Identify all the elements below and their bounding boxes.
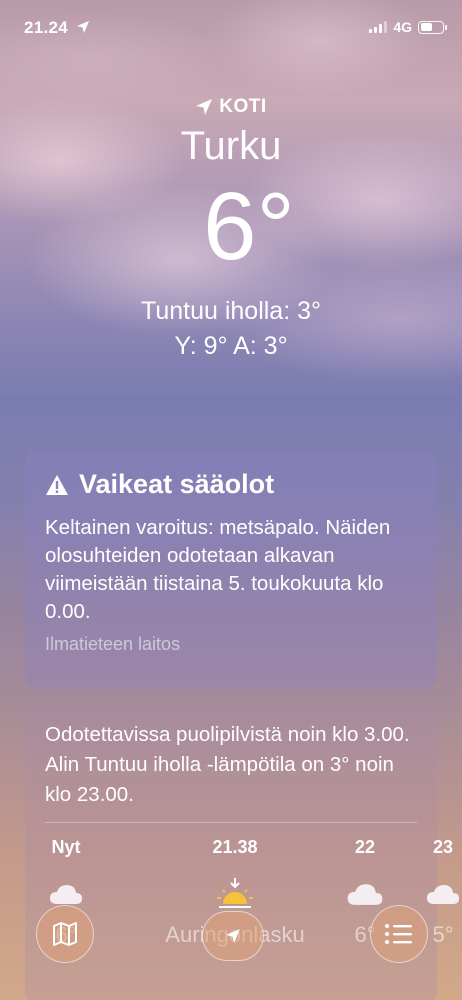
current-temperature: 6° bbox=[203, 173, 295, 280]
map-button[interactable] bbox=[36, 905, 94, 963]
location-button[interactable] bbox=[202, 911, 264, 961]
warning-icon bbox=[46, 474, 68, 495]
hour-label: 22 bbox=[354, 837, 376, 857]
city-name: Turku bbox=[180, 124, 282, 168]
list-icon bbox=[385, 924, 412, 944]
network-label: 4G bbox=[393, 19, 412, 35]
status-time: 21.24 bbox=[24, 18, 69, 37]
home-label: KOTI bbox=[219, 96, 267, 117]
battery-icon bbox=[418, 20, 447, 34]
city-list-button[interactable] bbox=[370, 905, 428, 963]
forecast-summary: Odotettavissa puolipilvistä noin klo 3.0… bbox=[45, 723, 410, 806]
bottom-toolbar bbox=[0, 905, 462, 965]
map-icon bbox=[53, 922, 77, 946]
alert-title: Vaikeat sääolot bbox=[79, 469, 275, 499]
location-arrow-icon bbox=[196, 99, 213, 115]
signal-icon bbox=[369, 21, 388, 33]
hour-label: 21.38 bbox=[212, 837, 258, 857]
status-indicators: 4G bbox=[369, 19, 447, 35]
alert-title-row: Vaikeat sääolot bbox=[45, 469, 417, 500]
high-low: Y: 9° A: 3° bbox=[174, 332, 288, 360]
home-location-label: KOTI bbox=[0, 96, 462, 118]
location-arrow-icon bbox=[226, 929, 240, 943]
alert-text: Keltainen varoitus: metsäpalo. Näiden ol… bbox=[45, 516, 391, 623]
weather-header: KOTI Turku 6° Tuntuu iholla: 3° Y: 9° A:… bbox=[0, 96, 462, 361]
location-arrow-icon bbox=[77, 21, 89, 33]
alert-source: Ilmatieteen laitos bbox=[45, 634, 181, 654]
status-bar: 21.24 4G bbox=[0, 16, 462, 40]
severe-weather-card[interactable]: Vaikeat sääolot Keltainen varoitus: mets… bbox=[25, 449, 437, 689]
feels-like: Tuntuu iholla: 3° bbox=[140, 297, 322, 325]
hour-label: 23 bbox=[432, 837, 454, 857]
hour-label: Nyt bbox=[51, 837, 81, 857]
